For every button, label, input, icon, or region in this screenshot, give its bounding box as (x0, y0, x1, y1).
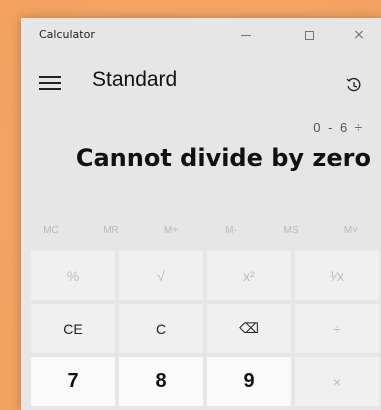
digit-9-button[interactable]: 9 (207, 357, 291, 406)
close-icon: × (353, 27, 365, 43)
backspace-button[interactable]: ⌫ (207, 304, 291, 353)
result-display: Cannot divide by zero (75, 144, 371, 172)
reciprocal-button[interactable]: ¹⁄x (295, 251, 379, 300)
memory-row: MC MR M+ M- MS M˅ (21, 225, 381, 249)
clear-button[interactable]: C (119, 304, 203, 353)
digit-8-button[interactable]: 8 (119, 357, 203, 406)
minimize-button[interactable] (223, 18, 269, 52)
percent-button[interactable]: % (31, 251, 115, 300)
memory-store-button[interactable]: MS (261, 225, 321, 249)
memory-recall-button[interactable]: MR (81, 225, 141, 249)
divide-button[interactable]: ÷ (295, 304, 379, 353)
clear-entry-button[interactable]: CE (31, 304, 115, 353)
memory-add-button[interactable]: M+ (141, 225, 201, 249)
history-icon[interactable] (345, 76, 363, 94)
memory-list-button[interactable]: M˅ (321, 225, 381, 249)
maximize-icon (304, 30, 314, 40)
minimize-icon (241, 34, 251, 36)
memory-subtract-button[interactable]: M- (201, 225, 261, 249)
calculator-window: Calculator × Standard 0 - 6 ÷ Cannot div… (21, 18, 381, 410)
mode-title: Standard (92, 68, 178, 91)
close-button[interactable]: × (336, 18, 381, 52)
maximize-button[interactable] (286, 18, 332, 52)
app-title: Calculator (39, 28, 95, 41)
square-button[interactable]: x² (207, 251, 291, 300)
keypad: % √ x² ¹⁄x CE C ⌫ ÷ 7 8 9 × (31, 251, 379, 406)
square-root-button[interactable]: √ (119, 251, 203, 300)
digit-7-button[interactable]: 7 (31, 357, 115, 406)
multiply-button[interactable]: × (295, 357, 379, 406)
expression-display: 0 - 6 ÷ (313, 120, 364, 135)
memory-clear-button[interactable]: MC (21, 225, 81, 249)
hamburger-menu-icon[interactable] (39, 76, 61, 90)
title-bar[interactable]: Calculator × (21, 18, 381, 52)
